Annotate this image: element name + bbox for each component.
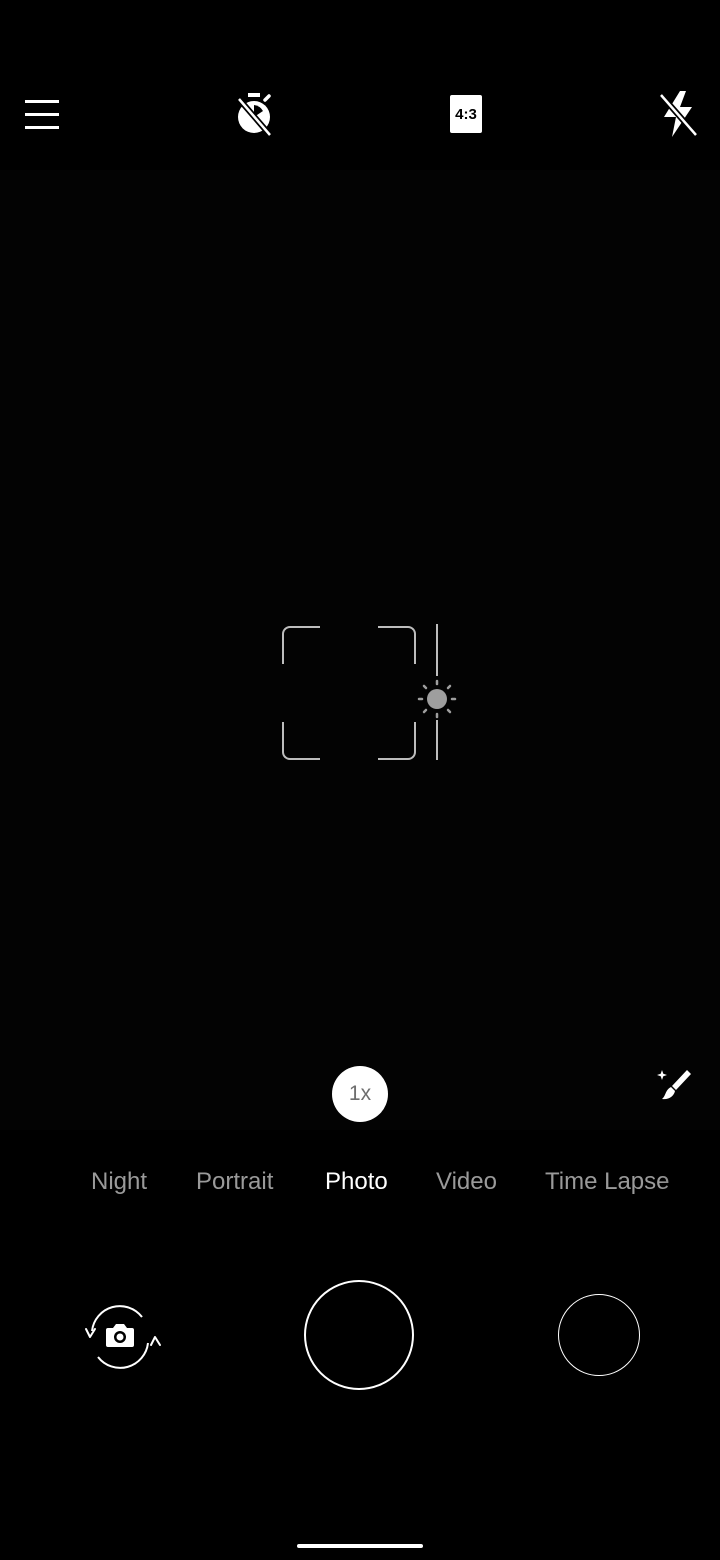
- magic-brush-icon: [657, 1070, 691, 1100]
- mode-night[interactable]: Night: [91, 1168, 147, 1196]
- top-bar: 4:3: [0, 0, 720, 170]
- shutter-button[interactable]: [304, 1280, 414, 1390]
- exposure-handle[interactable]: [417, 679, 457, 719]
- mode-video[interactable]: Video: [436, 1168, 497, 1196]
- aspect-ratio-button[interactable]: 4:3: [450, 95, 482, 133]
- flash-button[interactable]: [654, 88, 702, 140]
- zoom-button[interactable]: 1x: [332, 1066, 388, 1122]
- flash-off-icon: [658, 91, 699, 137]
- focus-corner-top-left: [282, 626, 320, 664]
- menu-button[interactable]: [20, 94, 64, 134]
- beauty-button[interactable]: [652, 1064, 694, 1106]
- focus-corner-bottom-right: [378, 722, 416, 760]
- exposure-track-bottom: [436, 720, 438, 760]
- mode-time-lapse[interactable]: Time Lapse: [545, 1168, 670, 1196]
- mode-portrait[interactable]: Portrait: [196, 1168, 273, 1196]
- focus-corner-bottom-left: [282, 722, 320, 760]
- timer-button[interactable]: [230, 90, 278, 138]
- mode-selector: Night Portrait Photo Video Time Lapse: [0, 1160, 720, 1206]
- focus-corner-top-right: [378, 626, 416, 664]
- hamburger-menu-icon: [25, 100, 59, 129]
- mode-photo[interactable]: Photo: [325, 1168, 388, 1196]
- exposure-track-top: [436, 624, 438, 676]
- mode-fade-overlay: [660, 1160, 720, 1206]
- zoom-label: 1x: [348, 1082, 372, 1105]
- gesture-nav-handle[interactable]: [297, 1544, 423, 1548]
- timer-off-icon: [236, 93, 273, 137]
- brightness-sun-icon: [417, 679, 457, 719]
- switch-camera-button[interactable]: [76, 1296, 164, 1378]
- focus-frame-icon: [282, 626, 416, 760]
- aspect-ratio-label: 4:3: [455, 105, 477, 123]
- camera-app: 4:3 1x Night Portrait Photo Video Time L…: [0, 0, 720, 1560]
- switch-camera-icon: [85, 1305, 161, 1369]
- gallery-thumbnail[interactable]: [558, 1294, 640, 1376]
